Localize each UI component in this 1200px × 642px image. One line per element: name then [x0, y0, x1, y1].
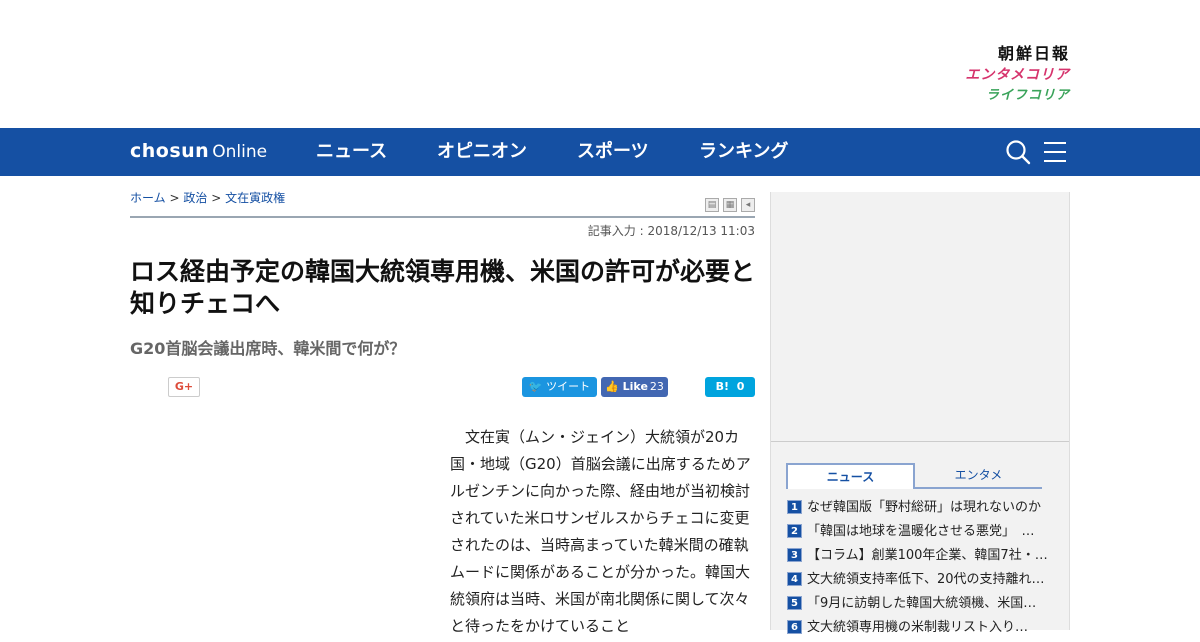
ranking-item[interactable]: 4 文大統領支持率低下、20代の支持離れ…	[787, 570, 1057, 594]
ranking-title: 文大統領専用機の米制裁リスト入り…	[807, 620, 1029, 635]
rank-number: 1	[787, 500, 802, 514]
ranking-tabs: ニュース エンタメ	[786, 463, 1042, 489]
tab-news[interactable]: ニュース	[786, 463, 915, 489]
top-header: 朝鮮日報 エンタメコリア ライフコリア	[0, 0, 1200, 128]
hatena-count: 0	[736, 380, 745, 393]
ranking-list: 1 なぜ韓国版「野村総研」は現れないのか 2 「韓国は地球を温暖化させる悪党」 … …	[787, 498, 1057, 642]
ranking-item[interactable]: 2 「韓国は地球を温暖化させる悪党」 …	[787, 522, 1057, 546]
rank-number: 2	[787, 524, 802, 538]
breadcrumb-separator: >	[169, 191, 180, 205]
chosun-ilbo-link[interactable]: 朝鮮日報	[930, 44, 1070, 64]
rank-number: 6	[787, 620, 802, 634]
breadcrumb-separator: >	[211, 191, 222, 205]
ranking-title: 「9月に訪朝した韓国大統領機、米国…	[807, 596, 1037, 611]
fb-like-label: Like	[622, 380, 648, 393]
search-icon[interactable]	[1005, 139, 1031, 165]
ranking-item[interactable]: 1 なぜ韓国版「野村総研」は現れないのか	[787, 498, 1057, 522]
logo-bold-text: chosun	[130, 140, 210, 162]
entame-korea-link[interactable]: エンタメコリア	[930, 64, 1070, 86]
article-headline: ロス経由予定の韓国大統領専用機、米国の許可が必要と知りチェコへ	[130, 257, 756, 318]
rank-number: 5	[787, 596, 802, 610]
twitter-bird-icon: 🐦	[528, 380, 543, 393]
header-divider	[130, 216, 755, 218]
tab-entame[interactable]: エンタメ	[915, 463, 1042, 489]
ranking-item[interactable]: 6 文大統領専用機の米制裁リスト入り…	[787, 618, 1057, 642]
thumbs-up-icon: 👍	[605, 380, 619, 393]
ranking-title: なぜ韓国版「野村総研」は現れないのか	[807, 500, 1042, 515]
text-view-icon[interactable]: ▦	[723, 198, 737, 212]
life-korea-link[interactable]: ライフコリア	[930, 86, 1070, 106]
article-tools: ▤ ▦ ◂	[701, 192, 755, 212]
fb-like-count: 23	[649, 380, 664, 393]
nav-news[interactable]: ニュース	[316, 140, 387, 164]
article-subhead: G20首脳会議出席時、韓米間で何が？	[130, 339, 406, 358]
chosun-online-logo[interactable]: chosun Online	[130, 138, 267, 165]
hatena-label: B!	[715, 380, 730, 393]
ranking-item[interactable]: 3 【コラム】創業100年企業、韓国7社・…	[787, 546, 1057, 570]
hatena-bookmark-button[interactable]: B! 0	[705, 377, 755, 397]
rank-number: 4	[787, 572, 802, 586]
sidebar: ニュース エンタメ 1 なぜ韓国版「野村総研」は現れないのか 2 「韓国は地球を温暖…	[770, 192, 1070, 635]
print-icon[interactable]: ▤	[705, 198, 719, 212]
back-icon[interactable]: ◂	[741, 198, 755, 212]
main-nav: chosun Online ニュース オピニオン スポーツ ランキング	[0, 128, 1200, 176]
ad-space	[771, 192, 1069, 442]
ranking-title: 文大統領支持率低下、20代の支持離れ…	[807, 572, 1045, 587]
article-body: 文在寅（ムン・ジェイン）大統領が20カ国・地域（G20）首脳会議に出席するためア…	[450, 428, 751, 635]
article-dateline: 記事入力 : 2018/12/13 11:03	[587, 224, 755, 238]
logo-light-text: Online	[212, 142, 268, 162]
google-plus-share-button[interactable]: G+	[168, 377, 200, 397]
nav-opinion[interactable]: オピニオン	[437, 140, 527, 164]
article-column: ホーム > 政治 > 文在寅政権 ▤ ▦ ◂ 記事入力 : 2018/12/13 1…	[130, 176, 756, 635]
nav-ranking[interactable]: ランキング	[699, 140, 788, 164]
rank-number: 3	[787, 548, 802, 562]
breadcrumb-politics[interactable]: 政治	[183, 191, 207, 205]
breadcrumb: ホーム > 政治 > 文在寅政権	[130, 190, 285, 206]
brand-links: 朝鮮日報 エンタメコリア ライフコリア	[930, 44, 1070, 106]
facebook-like-button[interactable]: 👍 Like 23	[601, 377, 668, 397]
breadcrumb-section[interactable]: 文在寅政権	[225, 191, 285, 205]
nav-sports[interactable]: スポーツ	[577, 140, 649, 164]
tweet-button[interactable]: 🐦 ツイート	[522, 377, 597, 397]
ranking-title: 「韓国は地球を温暖化させる悪党」 …	[807, 524, 1035, 539]
tweet-label: ツイート	[546, 380, 591, 393]
breadcrumb-home[interactable]: ホーム	[130, 191, 166, 205]
ranking-item[interactable]: 5 「9月に訪朝した韓国大統領機、米国…	[787, 594, 1057, 618]
ranking-title: 【コラム】創業100年企業、韓国7社・…	[807, 548, 1048, 563]
menu-icon[interactable]	[1042, 139, 1068, 165]
